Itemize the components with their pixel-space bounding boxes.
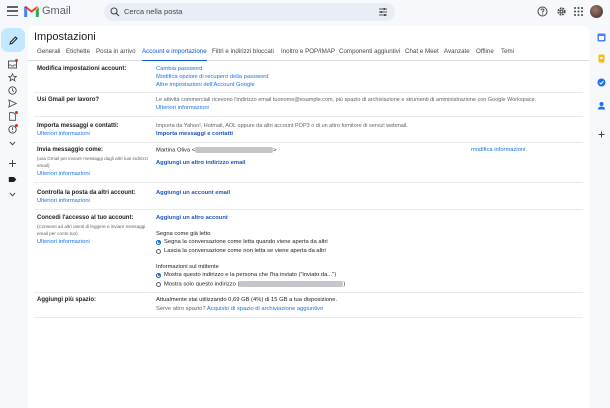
storage-prompt: Serve altro spazio?: [156, 306, 206, 312]
section-title-controlla: Controlla la posta da altri account:: [37, 190, 136, 196]
send-icon[interactable]: [8, 99, 17, 108]
workspace-text: Le attività commerciali ricevono l'indir…: [156, 97, 537, 103]
show-only-close: ): [343, 281, 346, 288]
tab-offline[interactable]: Offline: [476, 48, 494, 61]
sender-name: Martina Oliva <: [156, 147, 196, 154]
workspace-learn-more-link[interactable]: Ulteriori informazioni: [156, 105, 209, 111]
tab-inoltro[interactable]: Inoltro e POP/IMAP: [281, 48, 335, 61]
divider: [34, 209, 583, 210]
settings-panel: Impostazioni Generali Etichette Posta in…: [28, 26, 589, 408]
mark-read-radio[interactable]: [156, 239, 161, 245]
edit-info-link[interactable]: modifica informazioni: [471, 147, 525, 153]
gear-icon[interactable]: [556, 6, 567, 17]
clock-icon[interactable]: [8, 86, 17, 95]
show-only-option[interactable]: Mostra solo questo indirizzo (): [164, 281, 345, 288]
plus-icon[interactable]: [8, 159, 17, 168]
app-name: Gmail: [42, 5, 71, 17]
divider: [34, 142, 583, 143]
section-title-modifica: Modifica impostazioni account:: [37, 66, 127, 72]
plus-icon[interactable]: [597, 130, 606, 139]
add-email-address-link[interactable]: Aggiungi un altro indirizzo email: [156, 160, 246, 166]
import-learn-more-link[interactable]: Ulteriori informazioni: [37, 131, 90, 137]
storage-usage-text: Attualmente stai utilizzando 0,69 GB (4%…: [156, 297, 338, 303]
compose-button[interactable]: [1, 28, 25, 52]
change-password-link[interactable]: Cambia password: [156, 66, 202, 72]
calendar-icon[interactable]: [597, 33, 606, 42]
pencil-icon: [8, 35, 18, 45]
search-input[interactable]: Cerca nella posta: [124, 7, 182, 16]
send-as-note: email): [37, 162, 50, 168]
spam-dot: [15, 124, 18, 127]
buy-storage-link[interactable]: Acquisto di spazio di archiviazione aggi…: [207, 306, 323, 312]
settings-tabs: Generali Etichette Posta in arrivo Accou…: [28, 48, 589, 61]
grant-access-note: (Consenti ad altri utenti di leggere e i…: [37, 224, 146, 229]
tab-componenti[interactable]: Componenti aggiuntivi: [339, 48, 400, 61]
mark-read-heading: Segna come già letto: [156, 231, 211, 237]
label-icon[interactable]: [8, 175, 17, 184]
storage-more-line: Serve altro spazio? Acquisto di spazio d…: [156, 306, 323, 312]
send-as-learn-more-link[interactable]: Ulteriori informazioni: [37, 171, 90, 177]
tab-etichette[interactable]: Etichette: [66, 48, 90, 61]
redacted-email: [239, 281, 344, 287]
mark-read-option[interactable]: Segna la conversazione come letta quando…: [164, 239, 328, 245]
tasks-icon[interactable]: [597, 78, 606, 87]
unread-dot: [15, 59, 18, 62]
divider: [34, 182, 583, 183]
keep-icon[interactable]: [597, 54, 606, 63]
grant-access-learn-more-link[interactable]: Ulteriori informazioni: [37, 239, 90, 245]
avatar[interactable]: [590, 5, 603, 18]
add-mail-account-link[interactable]: Aggiungi un account email: [156, 190, 230, 196]
show-only-label: Mostra solo questo indirizzo (: [164, 281, 240, 288]
chevron-down-icon[interactable]: [8, 139, 17, 148]
apps-icon[interactable]: [573, 6, 584, 17]
section-title-concedi: Concedi l'accesso al tuo account:: [37, 215, 134, 221]
check-mail-learn-more-link[interactable]: Ulteriori informazioni: [37, 198, 90, 204]
tab-generali[interactable]: Generali: [37, 48, 60, 61]
section-title-usi: Usi Gmail per lavoro?: [37, 97, 100, 103]
send-as-note: (usa Gmail per inviare messaggi dagli al…: [37, 156, 148, 161]
search-icon[interactable]: [110, 7, 120, 17]
show-both-option[interactable]: Mostra questo indirizzo e la persona che…: [164, 272, 336, 278]
divider: [34, 92, 583, 93]
redacted-email: [195, 147, 274, 153]
gmail-logo[interactable]: Gmail: [24, 5, 71, 17]
leave-unread-radio[interactable]: [156, 248, 161, 254]
search-bar[interactable]: Cerca nella posta: [104, 3, 395, 21]
show-only-radio[interactable]: [156, 281, 161, 287]
section-title-spazio: Aggiungi più spazio:: [37, 297, 96, 303]
tab-posta-in-arrivo[interactable]: Posta in arrivo: [96, 48, 136, 61]
star-icon[interactable]: [8, 73, 17, 82]
top-bar: Gmail Cerca nella posta: [0, 0, 610, 24]
section-title-invia: Invia messaggio come:: [37, 147, 104, 153]
add-another-account-link[interactable]: Aggiungi un altro account: [156, 215, 228, 221]
help-icon[interactable]: [537, 6, 548, 17]
import-text: Importa da Yahoo!, Hotmail, AOL oppure d…: [156, 123, 408, 129]
google-account-settings-link[interactable]: Altre impostazioni dell'Account Google: [156, 82, 255, 88]
tab-chat-e-meet[interactable]: Chat e Meet: [405, 48, 439, 61]
leave-unread-option[interactable]: Lascia la conversazione come non letta s…: [164, 248, 326, 254]
import-messages-link[interactable]: Importa messaggi e contatti: [156, 131, 233, 137]
search-options-icon[interactable]: [378, 7, 388, 17]
page-title: Impostazioni: [34, 31, 96, 43]
gmail-m-icon: [24, 5, 39, 17]
divider: [34, 317, 583, 318]
show-both-radio[interactable]: [156, 272, 161, 278]
contacts-icon[interactable]: [597, 101, 606, 110]
section-title-importa: Importa messaggi e contatti:: [37, 123, 119, 129]
divider: [34, 292, 583, 293]
main-menu-icon[interactable]: [7, 6, 18, 16]
tab-account-e-importazione[interactable]: Account e importazione: [142, 48, 207, 61]
sender-info-heading: Informazioni sul mittente: [156, 264, 219, 270]
tab-filtri[interactable]: Filtri e indirizzi bloccati: [212, 48, 274, 61]
sender-close: >: [273, 147, 277, 154]
divider: [34, 116, 583, 117]
grant-access-note: email per conto tuo): [37, 230, 78, 236]
chevron-down-icon[interactable]: [8, 190, 17, 199]
tab-temi[interactable]: Temi: [501, 48, 514, 61]
sender-address: Martina Oliva < >: [156, 147, 277, 154]
recovery-options-link[interactable]: Modifica opzioni di recupero della passw…: [156, 74, 268, 80]
tab-avanzate[interactable]: Avanzate: [444, 48, 470, 61]
drafts-dot: [15, 111, 18, 114]
